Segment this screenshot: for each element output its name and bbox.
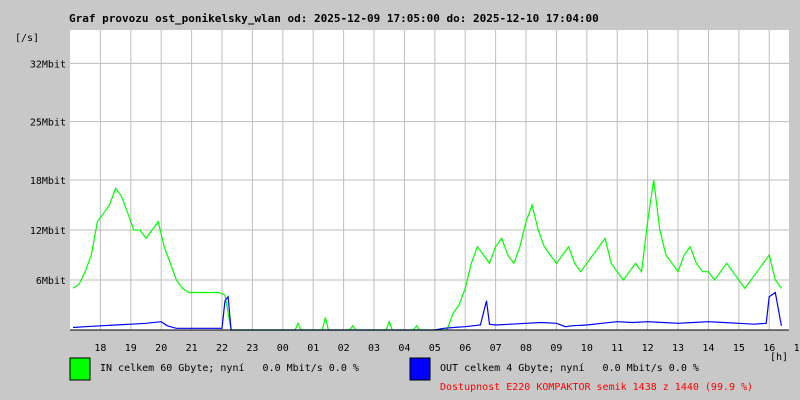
y-tick-label: 25Mbit: [30, 118, 66, 129]
x-axis-ticks: 18 19 20 21 22 23 00 01 02 03 04 05 06 07 08 09 10 11 12 13…: [94, 343, 800, 354]
y-axis-ticks: 6Mbit 12Mbit 18Mbit 25Mbit 32Mbit: [30, 59, 66, 287]
x-tick-label: 03: [368, 343, 380, 354]
in-legend-label: IN celkem 60 Gbyte; nyní 0.0 Mbit/s 0.0 …: [100, 362, 359, 374]
x-tick-label: 19: [125, 343, 137, 354]
x-tick-label: 09: [550, 343, 562, 354]
x-tick-label: 04: [398, 343, 410, 354]
x-axis-unit: [h]: [770, 352, 788, 363]
out-legend-swatch: [409, 357, 431, 381]
x-tick-label: 20: [155, 343, 167, 354]
y-axis-unit: [/s]: [15, 33, 39, 44]
x-tick-label: 07: [490, 343, 502, 354]
x-tick-label: 22: [216, 343, 228, 354]
x-tick-label: 23: [246, 343, 258, 354]
availability-status: Dostupnost E220 KOMPAKTOR semik 1438 z 1…: [440, 382, 753, 393]
x-tick-label: 10: [581, 343, 593, 354]
in-legend-swatch: [69, 357, 91, 381]
out-legend-label: OUT celkem 4 Gbyte; nyní 0.0 Mbit/s 0.0 …: [440, 362, 699, 374]
y-tick-label: 12Mbit: [30, 226, 66, 237]
x-tick-label: 06: [459, 343, 471, 354]
y-tick-label: 18Mbit: [30, 176, 66, 187]
x-tick-label: 01: [307, 343, 319, 354]
x-tick-label: 11: [611, 343, 623, 354]
x-tick-label: 00: [277, 343, 289, 354]
x-tick-label: 15: [733, 343, 745, 354]
x-tick-label: 14: [702, 343, 714, 354]
x-tick-label: 13: [672, 343, 684, 354]
y-tick-label: 6Mbit: [36, 276, 66, 287]
x-tick-label: 17: [794, 343, 800, 354]
x-tick-label: 05: [429, 343, 441, 354]
x-tick-label: 02: [338, 343, 350, 354]
x-tick-label: 18: [94, 343, 106, 354]
chart-title: Graf provozu ost_ponikelsky_wlan od: 202…: [69, 12, 599, 25]
x-tick-label: 21: [186, 343, 198, 354]
x-tick-label: 12: [642, 343, 654, 354]
x-tick-label: 08: [520, 343, 532, 354]
y-tick-label: 32Mbit: [30, 59, 66, 70]
traffic-graph: Graf provozu ost_ponikelsky_wlan od: 202…: [15, 12, 800, 393]
